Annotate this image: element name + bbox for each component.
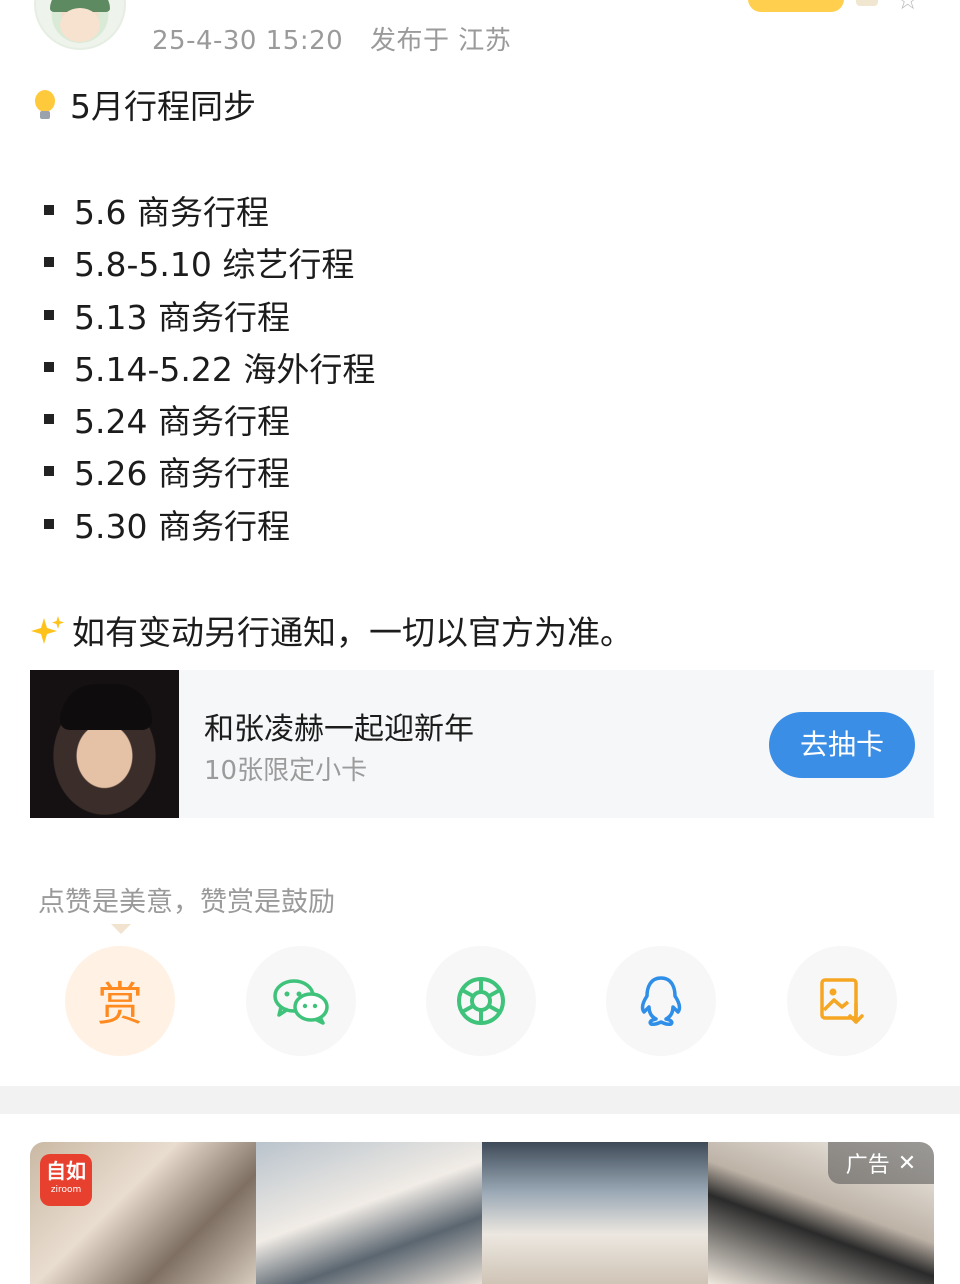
post-meta: 25-4-30 15:20 发布于 江苏 (152, 20, 529, 57)
share-hint: 点赞是美意，赞赏是鼓励 (38, 887, 335, 918)
ad-brand: 自如 (46, 1159, 86, 1183)
more-icon[interactable]: ☆ (896, 0, 919, 16)
hint-pointer (111, 924, 131, 934)
ad-brand-sub: ziroom (50, 1185, 82, 1195)
avatar-face (60, 8, 100, 42)
post-notice-line: 如有变动另行通知，一切以官方为准。 (30, 606, 633, 654)
lightbulb-icon (30, 89, 60, 126)
bullet-icon (44, 414, 54, 424)
share-qq-button[interactable] (606, 946, 716, 1056)
share-wechat-button[interactable] (246, 946, 356, 1056)
schedule-item: 5.8-5.10 综艺行程 (44, 238, 354, 286)
save-image-button[interactable] (787, 946, 897, 1056)
moments-icon (457, 977, 505, 1025)
lottery-card[interactable]: 和张凌赫一起迎新年 10张限定小卡 去抽卡 (30, 670, 934, 818)
wechat-icon (273, 979, 329, 1025)
schedule-item: 5.13 商务行程 (44, 291, 290, 339)
schedule-item: 5.14-5.22 海外行程 (44, 343, 375, 391)
schedule-item: 5.24 商务行程 (44, 395, 290, 443)
schedule-item: 5.30 商务行程 (44, 500, 290, 548)
bullet-icon (44, 519, 54, 529)
reward-button[interactable]: 赏 (65, 946, 175, 1056)
badge-icon[interactable] (748, 0, 844, 12)
card-title: 和张凌赫一起迎新年 (204, 712, 474, 747)
sparkles-icon (30, 614, 66, 652)
celebrity-photo (30, 670, 179, 818)
author-avatar[interactable] (34, 0, 126, 50)
bullet-icon (44, 362, 54, 372)
draw-card-button[interactable]: 去抽卡 (769, 712, 915, 778)
bullet-icon (44, 257, 54, 267)
ad-banner[interactable]: 自如 ziroom 广告 ✕ (30, 1142, 934, 1284)
ziroom-logo: 自如 ziroom (40, 1154, 92, 1206)
schedule-item-text: 5.24 商务行程 (74, 402, 290, 441)
bullet-icon (44, 310, 54, 320)
section-separator (0, 1086, 960, 1114)
card-subtitle: 10张限定小卡 (204, 756, 368, 786)
post-title-line: 5月行程同步 (30, 80, 256, 128)
share-moments-button[interactable] (426, 946, 536, 1056)
schedule-item-text: 5.30 商务行程 (74, 507, 290, 546)
qq-icon (640, 976, 682, 1026)
schedule-item-text: 5.6 商务行程 (74, 193, 269, 232)
schedule-item-text: 5.14-5.22 海外行程 (74, 350, 376, 389)
photo-hair (60, 684, 152, 730)
schedule-item-text: 5.13 商务行程 (74, 298, 290, 337)
schedule-item-text: 5.26 商务行程 (74, 454, 290, 493)
reward-icon: 赏 (97, 977, 143, 1031)
bullet-icon (44, 466, 54, 476)
ad-label: 广告 ✕ (828, 1142, 934, 1184)
post-location: 发布于 江苏 (369, 26, 512, 56)
schedule-item-text: 5.8-5.10 综艺行程 (74, 245, 355, 284)
schedule-item: 5.6 商务行程 (44, 186, 269, 234)
post-title: 5月行程同步 (70, 87, 256, 126)
save-image-icon (820, 978, 864, 1024)
badge-secondary-icon (856, 0, 878, 6)
post-timestamp: 25-4-30 15:20 (152, 26, 344, 56)
close-icon[interactable]: ✕ (898, 1151, 916, 1176)
bullet-icon (44, 205, 54, 215)
ad-tag-text: 广告 (845, 1153, 890, 1178)
schedule-item: 5.26 商务行程 (44, 447, 290, 495)
post-notice: 如有变动另行通知，一切以官方为准。 (72, 613, 633, 652)
ad-photo (482, 1142, 708, 1284)
ad-photo (256, 1142, 482, 1284)
